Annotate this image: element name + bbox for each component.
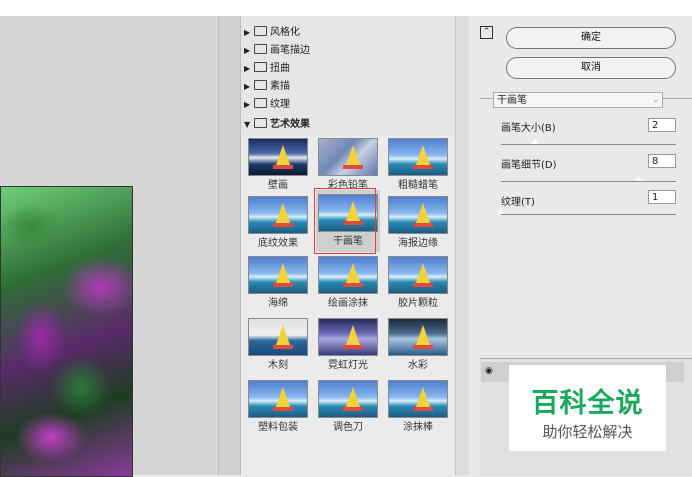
filter-thumb-cutout[interactable]: 木刻 xyxy=(246,314,310,374)
filter-thumb-paint-daubs[interactable]: 绘画涂抹 xyxy=(316,252,380,312)
cancel-button[interactable]: 取消 xyxy=(506,57,676,79)
thumb-label: 粗糙蜡笔 xyxy=(398,180,438,191)
folder-brush-strokes[interactable]: ▶ 画笔描边 xyxy=(244,42,310,60)
texture-slider-knob[interactable] xyxy=(497,208,505,214)
thumbnail-image xyxy=(248,318,308,356)
thumbnail-image xyxy=(388,196,448,234)
filter-thumb-sponge[interactable]: 海绵 xyxy=(246,252,310,312)
expand-arrow-icon[interactable]: ▶ xyxy=(244,24,254,42)
thumbnail-image xyxy=(318,318,378,356)
watermark: 百科全说 助你轻松解决 xyxy=(509,365,666,451)
expand-arrow-icon[interactable]: ▶ xyxy=(244,78,254,96)
folder-label: 艺术效果 xyxy=(270,119,310,130)
thumbnail-image xyxy=(318,138,378,176)
thumbnail-image xyxy=(318,256,378,294)
folder-label: 素描 xyxy=(270,81,290,92)
thumbnail-image xyxy=(388,318,448,356)
folder-label: 风格化 xyxy=(270,27,300,38)
folder-stylize[interactable]: ▶ 风格化 xyxy=(244,24,300,42)
watermark-title: 百科全说 xyxy=(531,388,644,419)
filter-thumb-fresco[interactable]: 壁画 xyxy=(246,134,310,194)
thumbnail-image xyxy=(388,256,448,294)
thumb-label: 塑料包装 xyxy=(258,422,298,433)
thumb-label: 海报边缘 xyxy=(398,238,438,249)
collapse-gallery-icon[interactable]: ⌃ xyxy=(480,26,493,39)
filter-thumb-watercolor[interactable]: 水彩 xyxy=(386,314,450,374)
brush-detail-label: 画笔细节(D) xyxy=(501,160,557,171)
top-strip xyxy=(0,0,692,16)
brush-detail-input[interactable]: 8 xyxy=(648,154,676,168)
thumb-label: 调色刀 xyxy=(333,422,363,433)
folder-texture[interactable]: ▶ 纹理 xyxy=(244,96,290,114)
filter-settings-frame xyxy=(480,98,692,351)
filter-thumb-smudge-stick[interactable]: 涂抹棒 xyxy=(386,376,450,436)
filter-thumb-neon-glow[interactable]: 霓虹灯光 xyxy=(316,314,380,374)
thumb-label: 胶片颗粒 xyxy=(398,298,438,309)
expand-arrow-icon[interactable]: ▶ xyxy=(244,60,254,78)
folder-label: 画笔描边 xyxy=(270,45,310,56)
chevron-down-icon[interactable]: ⌄ xyxy=(652,92,662,108)
expand-arrow-icon[interactable]: ▶ xyxy=(244,96,254,114)
thumbnail-image xyxy=(318,380,378,418)
collapse-arrow-icon[interactable]: ▼ xyxy=(244,116,254,134)
folder-icon xyxy=(254,44,267,54)
thumb-label: 霓虹灯光 xyxy=(328,360,368,371)
texture-input[interactable]: 1 xyxy=(648,190,676,204)
brush-size-track[interactable] xyxy=(501,144,676,145)
thumb-label: 底纹效果 xyxy=(258,238,298,249)
texture-track[interactable] xyxy=(501,214,676,215)
filter-thumb-rough-pastels[interactable]: 粗糙蜡笔 xyxy=(386,134,450,194)
brush-detail-track[interactable] xyxy=(501,181,676,182)
folder-artistic[interactable]: ▼ 艺术效果 xyxy=(244,116,310,134)
folder-icon xyxy=(254,80,267,90)
thumbnail-image xyxy=(248,380,308,418)
thumbnail-image xyxy=(248,138,308,176)
watermark-subtitle: 助你轻松解决 xyxy=(542,423,633,441)
folder-icon xyxy=(254,26,267,36)
filter-thumb-plastic-wrap[interactable]: 塑料包装 xyxy=(246,376,310,436)
folder-icon xyxy=(254,62,267,72)
thumb-label: 绘画涂抹 xyxy=(328,298,368,309)
folder-sketch[interactable]: ▶ 素描 xyxy=(244,78,290,96)
thumb-label: 水彩 xyxy=(408,360,428,371)
filter-thumb-film-grain[interactable]: 胶片颗粒 xyxy=(386,252,450,312)
expand-arrow-icon[interactable]: ▶ xyxy=(244,42,254,60)
thumbnail-image xyxy=(248,196,308,234)
filter-thumb-underpainting[interactable]: 底纹效果 xyxy=(246,192,310,252)
texture-label: 纹理(T) xyxy=(501,197,535,208)
brush-size-input[interactable]: 2 xyxy=(648,118,676,132)
thumbnail-image xyxy=(388,380,448,418)
thumb-label: 涂抹棒 xyxy=(403,422,433,433)
folder-distort[interactable]: ▶ 扭曲 xyxy=(244,60,290,78)
brush-size-slider-knob[interactable] xyxy=(531,138,540,144)
filter-thumb-poster-edges[interactable]: 海报边缘 xyxy=(386,192,450,252)
folder-label: 纹理 xyxy=(270,99,290,110)
filter-select[interactable]: 干画笔 xyxy=(493,92,663,108)
eye-icon[interactable]: ◉ xyxy=(485,366,495,376)
thumb-label: 海绵 xyxy=(268,298,288,309)
thumbnail-image xyxy=(248,256,308,294)
filter-thumb-palette-knife[interactable]: 调色刀 xyxy=(316,376,380,436)
open-folder-icon xyxy=(254,118,267,128)
filter-thumb-colored-pencil[interactable]: 彩色铅笔 xyxy=(316,134,380,194)
thumb-label: 壁画 xyxy=(268,180,288,191)
tree-scrollbar[interactable] xyxy=(455,16,469,475)
brush-detail-slider-knob[interactable] xyxy=(633,175,642,181)
ok-button[interactable]: 确定 xyxy=(506,27,676,49)
folder-label: 扭曲 xyxy=(270,63,290,74)
thumb-label: 木刻 xyxy=(268,360,288,371)
pane-divider xyxy=(218,16,241,475)
preview-image[interactable] xyxy=(0,186,133,477)
folder-icon xyxy=(254,98,267,108)
brush-size-label: 画笔大小(B) xyxy=(501,123,556,134)
thumbnail-image xyxy=(388,138,448,176)
